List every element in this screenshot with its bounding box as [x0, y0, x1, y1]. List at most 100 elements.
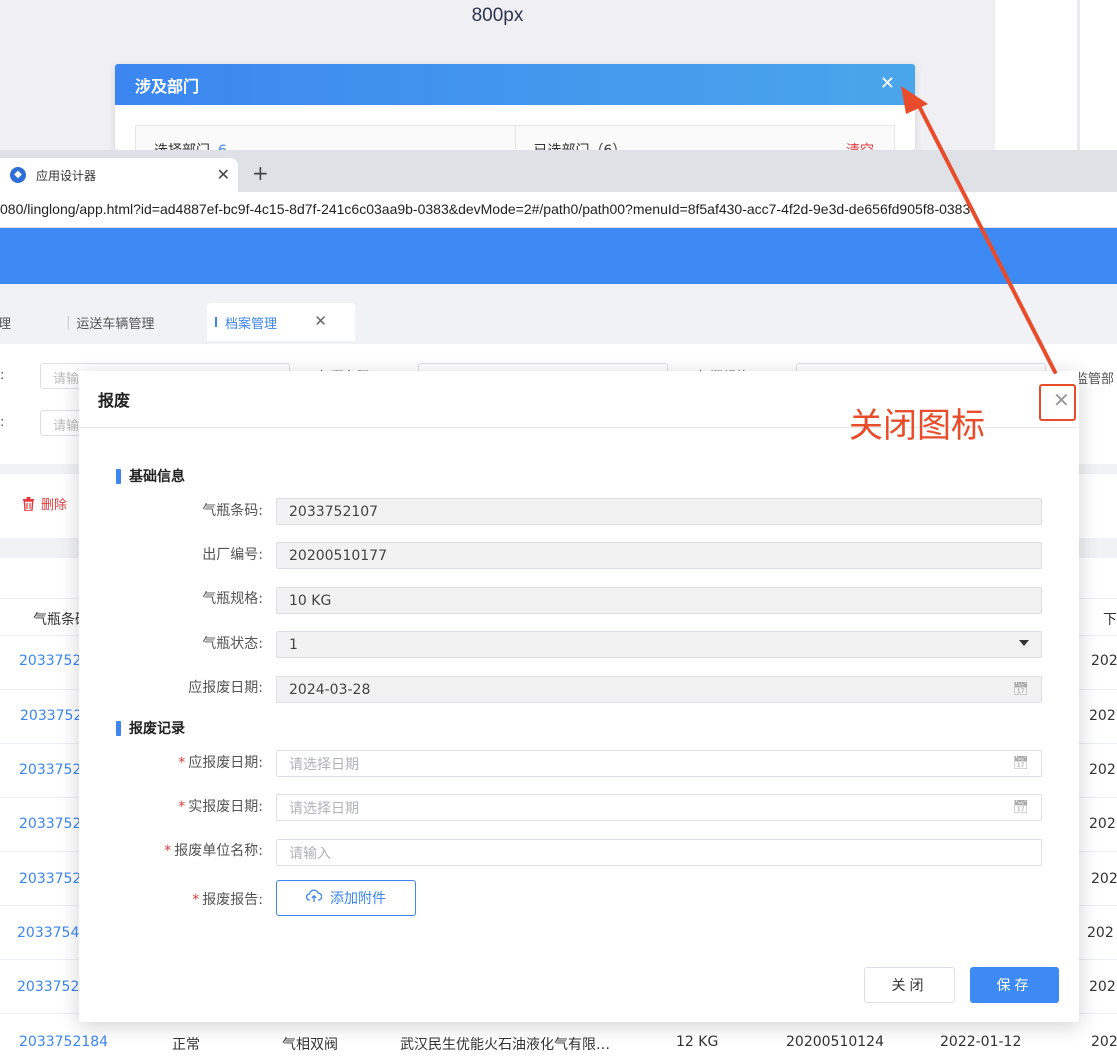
row-barcode-link[interactable]: 2033752 — [20, 708, 82, 724]
browser-tab[interactable]: ◆ 应用设计器 ✕ — [0, 158, 238, 192]
tab-active-bar — [215, 317, 217, 327]
section-basic-info: 基础信息 — [116, 466, 185, 486]
add-attachment-label: 添加附件 — [330, 891, 386, 907]
row-date: 2022-01-12 — [940, 1034, 1022, 1050]
table-header-next: 下 — [1103, 612, 1117, 628]
cloud-upload-icon — [305, 889, 323, 907]
row-factory-no: 20200510124 — [786, 1034, 884, 1050]
app-tab-close-icon[interactable]: ✕ — [314, 312, 327, 330]
factory-no-label: 出厂编号: — [202, 547, 263, 563]
scrap-report-label: * 报废报告: — [79, 889, 263, 909]
save-button[interactable]: 保存 — [970, 967, 1059, 1003]
scrap-unit-label-text: 报废单位名称: — [174, 843, 263, 859]
app-tab-archive[interactable]: 档案管理 ✕ — [207, 303, 355, 341]
app-tab-label: 运送车辆管理 — [76, 316, 155, 332]
row-date: 202 — [1087, 925, 1114, 941]
required-asterisk: * — [178, 755, 186, 771]
due-date-label: 应报废日期: — [188, 680, 263, 696]
record-due-date-label-text: 应报废日期: — [188, 755, 263, 771]
row-date: 202 — [1089, 816, 1116, 832]
section-title-text: 报废记录 — [129, 721, 185, 737]
app-tab-vehicle[interactable]: | 运送车辆管理 — [66, 303, 154, 341]
search-label-colon: : — [0, 368, 5, 383]
scrap-unit-input[interactable]: 请输入 — [276, 839, 1042, 866]
row-company: 武汉民生优能火石油液化气有限… — [400, 1037, 610, 1053]
delete-button[interactable]: 删除 — [22, 494, 67, 513]
row-spec: 12 KG — [676, 1034, 719, 1050]
calendar-icon: 📅︎ — [1012, 800, 1029, 815]
dialog-title: 报废 — [98, 391, 131, 410]
scrap-dialog: 报废 ✕ 基础信息 气瓶条码: 2033752107 出厂编号: 2020051… — [79, 371, 1079, 1022]
actual-date-label-text: 实报废日期: — [188, 799, 263, 815]
close-button[interactable]: 关闭 — [864, 967, 955, 1003]
search-label-colon-2: : — [0, 415, 5, 430]
reference-dialog-title: 涉及部门 — [135, 76, 200, 96]
browser-tab-strip: ◆ 应用设计器 ✕ + — [0, 150, 1117, 192]
spec-label: 气瓶规格: — [202, 591, 263, 607]
reference-left-pane: 选择部门 6 — [136, 126, 515, 151]
calendar-icon: 📅︎ — [1012, 756, 1029, 771]
record-due-date-placeholder: 请选择日期 — [289, 756, 359, 773]
actual-date-picker[interactable]: 请选择日期 📅︎ — [276, 794, 1042, 821]
add-attachment-button[interactable]: 添加附件 — [276, 880, 416, 916]
required-asterisk: * — [164, 843, 172, 859]
section-marker — [116, 468, 121, 484]
reference-panes: 选择部门 6 已选部门（6） 清空 — [135, 125, 895, 151]
browser-tab-title: 应用设计器 — [36, 168, 97, 183]
status-select[interactable]: 1 — [276, 631, 1042, 658]
delete-label: 删除 — [41, 498, 68, 513]
url-text: 080/linglong/app.html?id=ad4887ef-bc9f-4… — [0, 201, 971, 217]
due-date-value: 2024-03-28 — [289, 681, 371, 698]
tab-divider: | — [66, 314, 71, 330]
record-due-date-picker[interactable]: 请选择日期 📅︎ — [276, 750, 1042, 777]
section-marker — [116, 720, 121, 736]
status-label: 气瓶状态: — [202, 636, 263, 652]
app-favicon-icon: ◆ — [10, 167, 26, 183]
row-next-date: 202 — [1091, 1034, 1117, 1050]
section-title-text: 基础信息 — [129, 469, 185, 485]
row-barcode-link[interactable]: 2033752184 — [19, 1034, 108, 1050]
search-label-4: 监管部 — [1075, 372, 1115, 387]
row-barcode-link[interactable]: 2033752 — [19, 871, 81, 887]
required-asterisk: * — [192, 892, 200, 908]
row-date: 202 — [1089, 708, 1116, 724]
new-tab-plus-icon[interactable]: + — [252, 161, 269, 185]
scrap-unit-label: * 报废单位名称: — [79, 840, 263, 860]
barcode-label: 气瓶条码: — [202, 503, 263, 519]
address-bar[interactable]: 080/linglong/app.html?id=ad4887ef-bc9f-4… — [0, 192, 1117, 228]
factory-no-field: 20200510177 — [276, 542, 1042, 569]
status-select-value: 1 — [289, 636, 298, 653]
reference-screenshot: 800px 涉及部门 ✕ 选择部门 6 已选部门（6） 清空 — [0, 0, 1117, 151]
row-barcode-link[interactable]: 2033752 — [19, 762, 81, 778]
calendar-icon: 📅︎ — [1012, 682, 1029, 697]
reference-right-pane: 已选部门（6） 清空 — [514, 126, 895, 151]
actual-date-placeholder: 请选择日期 — [289, 800, 359, 817]
app-tab-partial[interactable]: 理 — [0, 303, 11, 341]
row-barcode-link[interactable]: 2033752 — [19, 653, 81, 669]
trash-icon — [23, 496, 34, 511]
row-status: 正常 — [172, 1037, 200, 1053]
row-barcode-link[interactable]: 2033752 — [19, 816, 81, 832]
scrap-report-label-text: 报废报告: — [202, 892, 263, 908]
app-tab-label: 理 — [0, 316, 12, 332]
row-barcode-link[interactable]: 2033754 — [17, 925, 79, 941]
actual-date-label: * 实报废日期: — [79, 796, 263, 816]
barcode-field: 2033752107 — [276, 498, 1042, 525]
scrap-unit-placeholder: 请输入 — [289, 845, 331, 862]
row-barcode-link[interactable]: 2033752 — [17, 979, 79, 995]
app-header — [0, 228, 1117, 284]
row-date: 202 — [1089, 762, 1116, 778]
reference-close-icon[interactable]: ✕ — [880, 73, 895, 95]
record-due-date-label: * 应报废日期: — [79, 752, 263, 772]
section-scrap-record: 报废记录 — [116, 718, 185, 738]
reference-divider — [1077, 0, 1080, 150]
caret-down-icon — [1019, 640, 1029, 646]
reference-size-label: 800px — [471, 5, 524, 26]
browser-tab-close-icon[interactable]: ✕ — [217, 165, 230, 184]
reference-dialog: 涉及部门 ✕ 选择部门 6 已选部门（6） 清空 — [115, 64, 915, 151]
required-asterisk: * — [178, 799, 186, 815]
row-date: 202 — [1091, 871, 1117, 887]
reference-dialog-header: 涉及部门 — [115, 64, 915, 105]
spec-field: 10 KG — [276, 587, 1042, 614]
row-date: 202 — [1089, 979, 1116, 995]
